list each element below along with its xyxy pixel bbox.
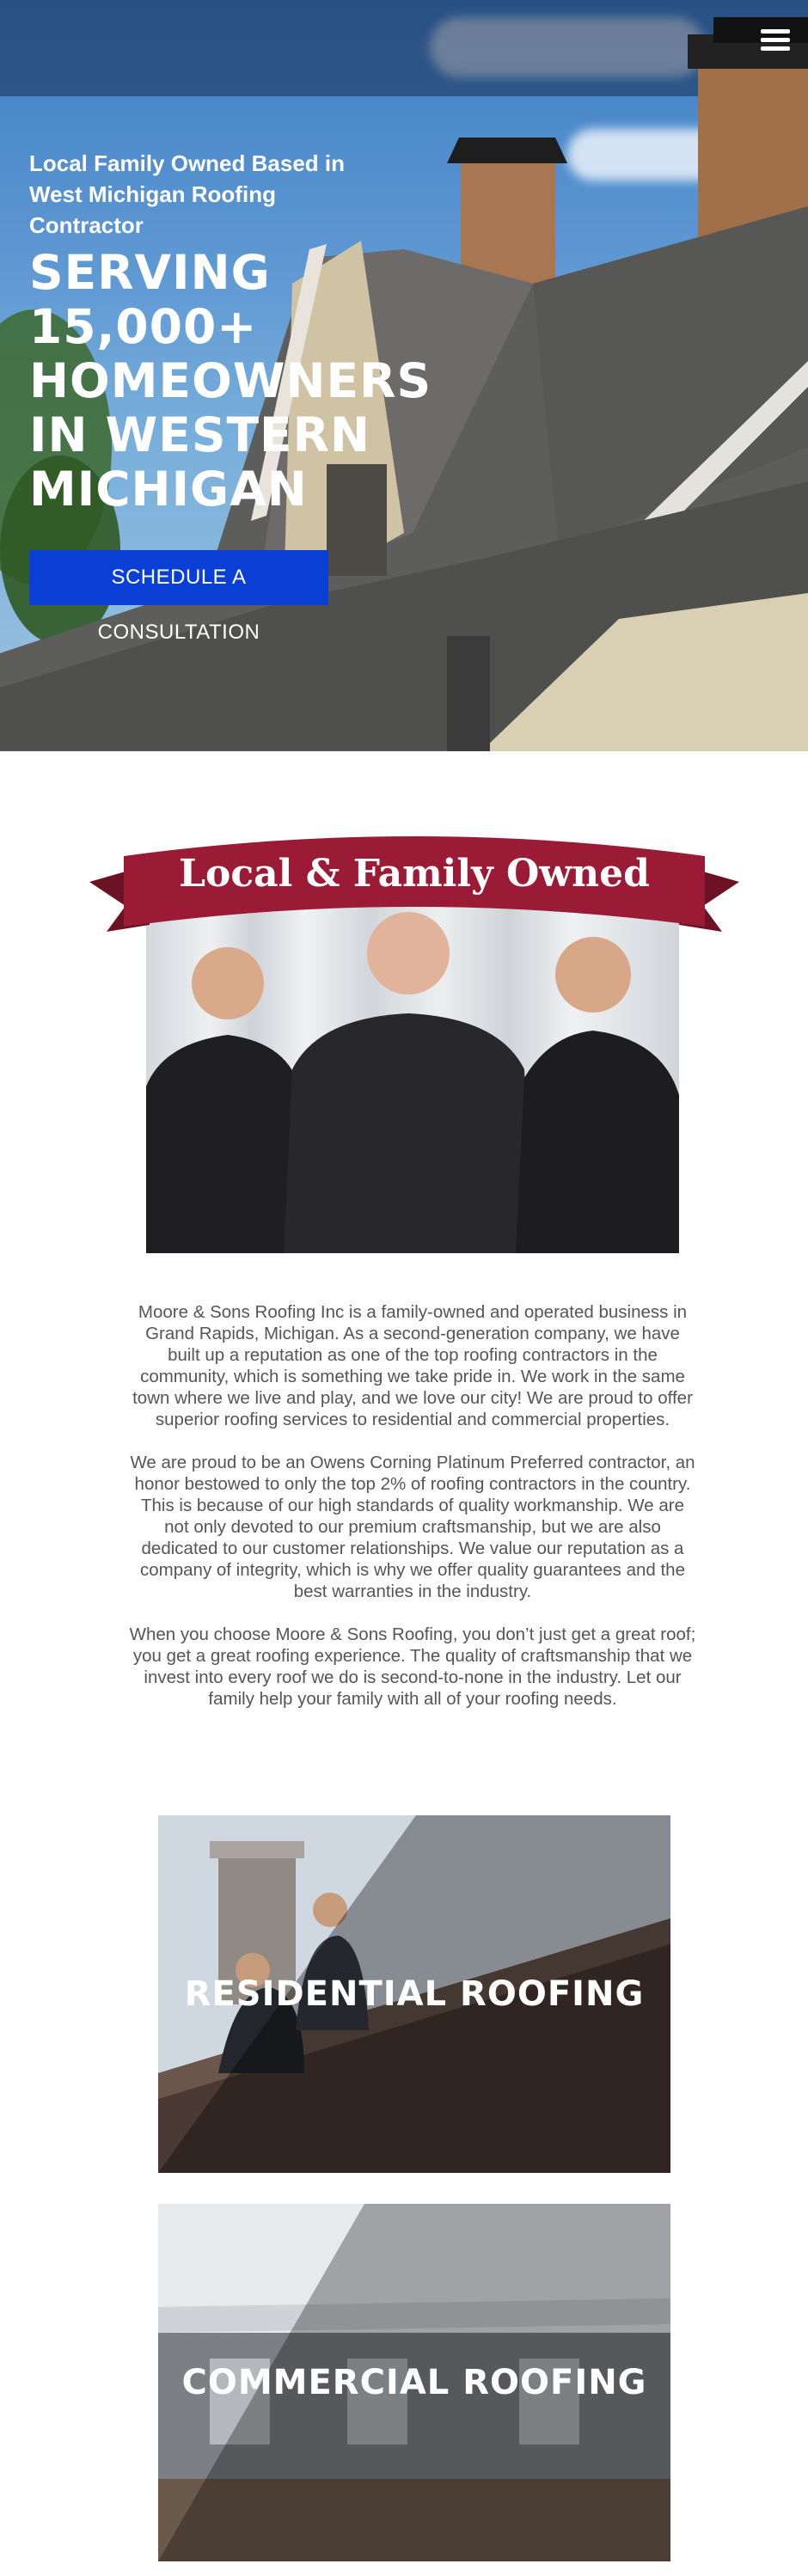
hero-text-block: Local Family Owned Based in West Michiga…: [29, 148, 432, 517]
about-paragraph-1: Moore & Sons Roofing Inc is a family-own…: [132, 1302, 693, 1429]
schedule-consultation-button[interactable]: SCHEDULE A CONSULTATION: [29, 550, 328, 644]
hero-subtitle: Local Family Owned Based in West Michiga…: [29, 150, 345, 238]
about-text: Moore & Sons Roofing Inc is a family-own…: [129, 1301, 696, 1731]
residential-roofing-label: RESIDENTIAL ROOFING: [184, 1974, 645, 2014]
residential-roofing-card[interactable]: RESIDENTIAL ROOFING: [158, 1815, 670, 2173]
commercial-roofing-card[interactable]: COMMERCIAL ROOFING: [158, 2204, 670, 2561]
banner-text: Local & Family Owned: [179, 851, 650, 896]
about-paragraph-2: We are proud to be an Owens Corning Plat…: [130, 1453, 695, 1601]
hero-section: Local Family Owned Based in West Michiga…: [0, 0, 808, 751]
hero-title: SERVING 15,000+ HOMEOWNERS IN WESTERN MI…: [29, 245, 432, 517]
hamburger-menu-icon[interactable]: [758, 26, 793, 55]
commercial-roofing-label: COMMERCIAL ROOFING: [181, 2363, 647, 2402]
about-paragraph-3: When you choose Moore & Sons Roofing, yo…: [129, 1625, 696, 1709]
